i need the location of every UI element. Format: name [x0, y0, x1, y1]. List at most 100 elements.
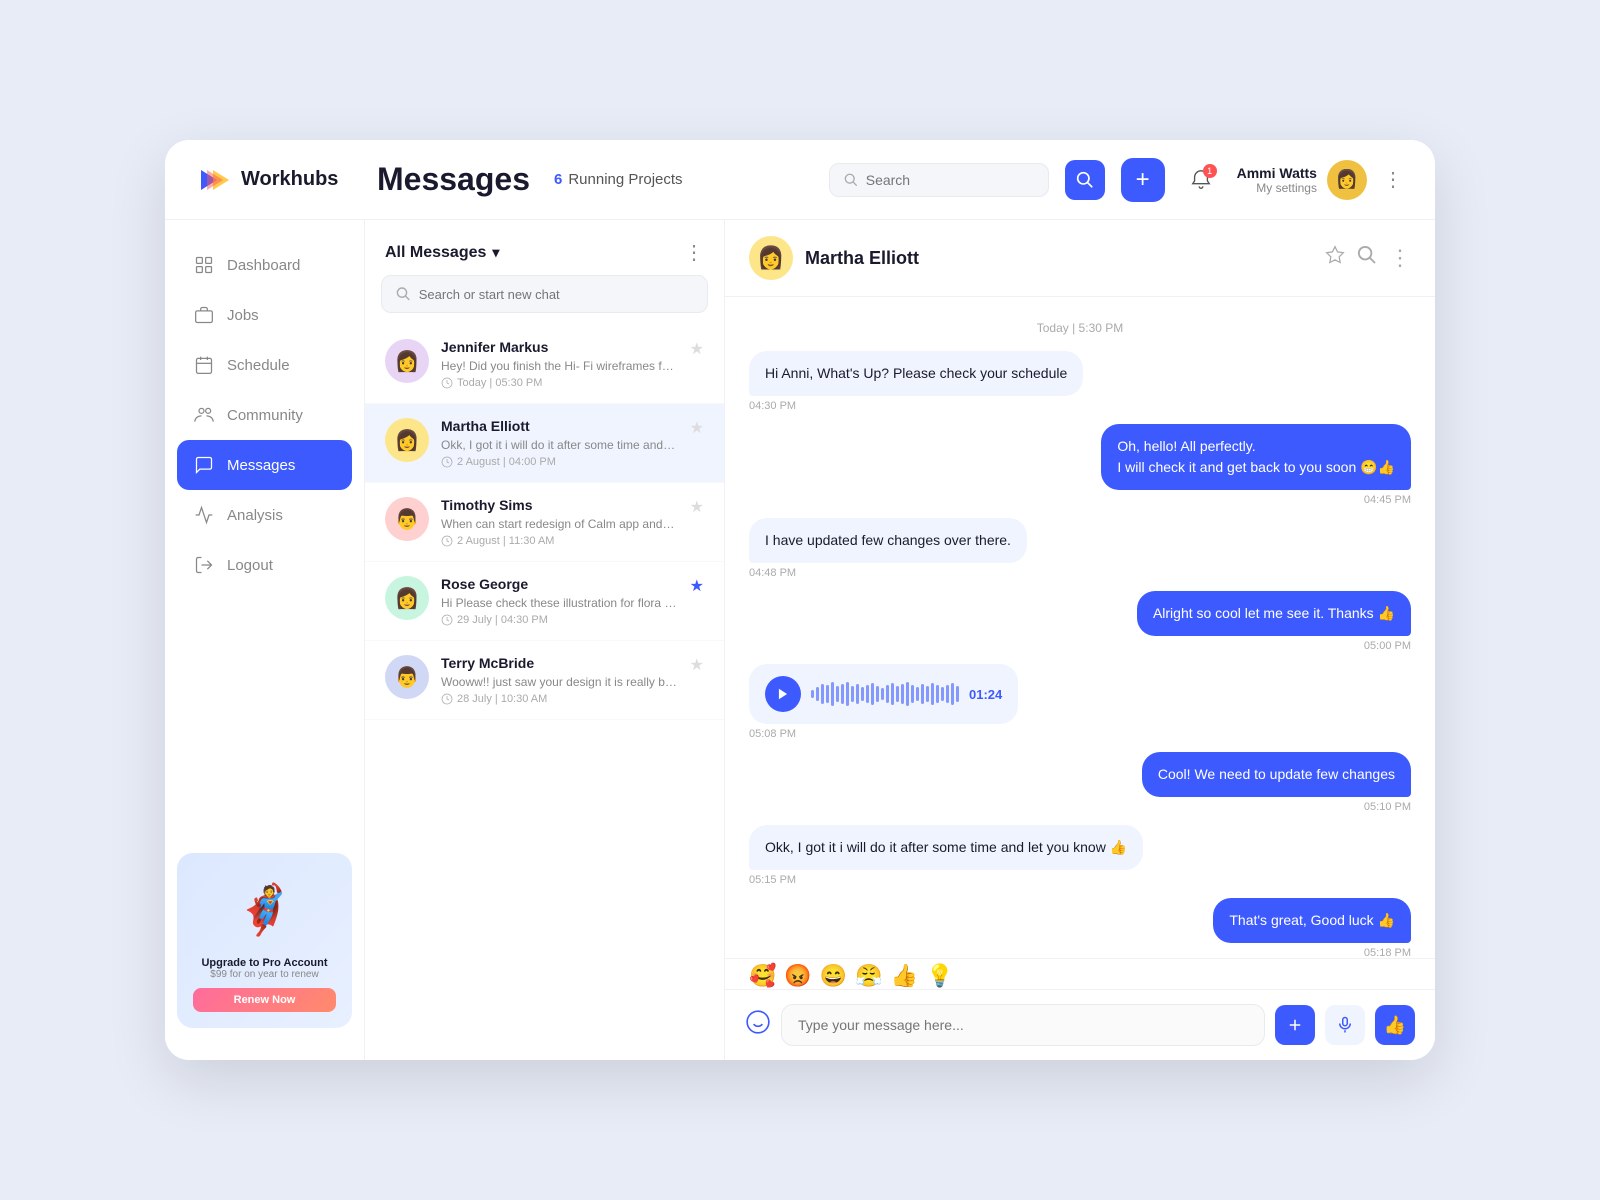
analysis-icon — [193, 504, 215, 526]
mic-icon — [1336, 1016, 1354, 1034]
top-search-input[interactable] — [866, 172, 1034, 188]
chat-star-icon[interactable]: ★ — [690, 418, 704, 438]
waveform-bar — [911, 685, 914, 703]
chat-search-icon — [396, 286, 411, 302]
message-time: 04:45 PM — [1364, 494, 1411, 506]
message-time: 05:08 PM — [749, 728, 796, 740]
add-button[interactable]: + — [1121, 158, 1165, 202]
chat-star-icon[interactable]: ★ — [690, 576, 704, 596]
chat-search-input[interactable] — [419, 287, 693, 302]
emoji-reaction-button[interactable]: 😄 — [820, 963, 847, 989]
waveform-bar — [876, 686, 879, 702]
promo-renew-button[interactable]: Renew Now — [193, 988, 336, 1012]
emoji-reaction-button[interactable]: 🥰 — [749, 963, 776, 989]
emoji-reaction-button[interactable]: 😤 — [855, 963, 882, 989]
clock-icon — [441, 377, 453, 389]
analysis-label: Analysis — [227, 507, 283, 524]
waveform-bar — [816, 687, 819, 701]
mic-button[interactable] — [1325, 1005, 1365, 1045]
schedule-icon — [193, 354, 215, 376]
promo-title: Upgrade to Pro Account — [193, 957, 336, 969]
chat-list-more-button[interactable]: ⋮ — [684, 240, 704, 265]
chat-list: 👩 Jennifer Markus Hey! Did you finish th… — [365, 325, 724, 1060]
input-area: 👍 — [725, 989, 1435, 1060]
chat-search-button[interactable] — [1357, 245, 1377, 271]
dashboard-icon — [193, 254, 215, 276]
sidebar: Dashboard Jobs — [165, 220, 365, 1060]
chat-item-info: Terry McBride Wooww!! just saw your desi… — [441, 655, 678, 705]
message-row: 01:24 05:08 PM — [749, 664, 1411, 740]
add-icon: + — [1136, 168, 1150, 192]
sidebar-item-schedule[interactable]: Schedule — [165, 340, 364, 390]
chat-star-icon[interactable]: ★ — [690, 339, 704, 359]
waveform-bar — [841, 684, 844, 704]
chat-list-item[interactable]: 👩 Rose George Hi Please check these illu… — [365, 562, 724, 641]
chat-star-icon[interactable]: ★ — [690, 497, 704, 517]
chat-item-info: Rose George Hi Please check these illust… — [441, 576, 678, 626]
search-button[interactable] — [1065, 160, 1105, 200]
clock-icon — [441, 614, 453, 626]
chat-star-button[interactable] — [1325, 245, 1345, 271]
attach-button[interactable] — [1275, 1005, 1315, 1045]
message-time: 05:00 PM — [1364, 640, 1411, 652]
message-bubble: Cool! We need to update few changes — [1142, 752, 1411, 797]
sidebar-item-jobs[interactable]: Jobs — [165, 290, 364, 340]
sidebar-item-community[interactable]: Community — [165, 390, 364, 440]
emoji-reaction-button[interactable]: 💡 — [926, 963, 953, 989]
waveform-bar — [891, 683, 894, 705]
chat-list-item[interactable]: 👩 Jennifer Markus Hey! Did you finish th… — [365, 325, 724, 404]
emoji-reaction-button[interactable]: 👍 — [891, 963, 918, 989]
message-input[interactable] — [781, 1004, 1265, 1046]
all-messages-button[interactable]: All Messages ▾ — [385, 244, 499, 262]
user-more-button[interactable]: ⋮ — [1383, 167, 1403, 192]
message-bubble: I have updated few changes over there. — [749, 518, 1027, 563]
waveform-bar — [856, 684, 859, 704]
chat-item-name: Terry McBride — [441, 655, 678, 671]
smiley-icon — [745, 1009, 771, 1035]
clock-icon — [441, 535, 453, 547]
promo-illustration: 🦸 — [225, 869, 305, 949]
message-row: Okk, I got it i will do it after some ti… — [749, 825, 1411, 886]
chat-item-time: Today | 05:30 PM — [441, 377, 678, 389]
message-row: I have updated few changes over there. 0… — [749, 518, 1411, 579]
message-bubble: Okk, I got it i will do it after some ti… — [749, 825, 1143, 870]
waveform-bar — [851, 686, 854, 702]
dashboard-label: Dashboard — [227, 257, 300, 274]
chat-list-item[interactable]: 👨 Terry McBride Wooww!! just saw your de… — [365, 641, 724, 720]
promo-card: 🦸 Upgrade to Pro Account $99 for on year… — [177, 853, 352, 1028]
waveform-bar — [921, 684, 924, 704]
audio-play-button[interactable] — [765, 676, 801, 712]
user-info: Ammi Watts My settings — [1237, 165, 1317, 195]
sidebar-item-analysis[interactable]: Analysis — [165, 490, 364, 540]
waveform-bar — [866, 685, 869, 703]
emoji-picker-button[interactable] — [745, 1009, 771, 1041]
user-avatar[interactable]: 👩 — [1327, 160, 1367, 200]
waveform-bar — [871, 683, 874, 705]
sidebar-item-messages[interactable]: Messages — [177, 440, 352, 490]
waveform-bar — [811, 690, 814, 698]
waveform-bar — [916, 687, 919, 701]
chat-list-item[interactable]: 👨 Timothy Sims When can start redesign o… — [365, 483, 724, 562]
waveform-bar — [926, 686, 929, 702]
notifications-button[interactable]: 1 — [1181, 160, 1221, 200]
waveform-bar — [836, 686, 839, 702]
send-button[interactable]: 👍 — [1375, 1005, 1415, 1045]
chat-star-icon[interactable]: ★ — [690, 655, 704, 675]
sidebar-item-logout[interactable]: Logout — [165, 540, 364, 590]
waveform-bar — [886, 685, 889, 703]
chat-item-name: Martha Elliott — [441, 418, 678, 434]
sidebar-item-dashboard[interactable]: Dashboard — [165, 240, 364, 290]
message-time: 05:15 PM — [749, 874, 796, 886]
chat-item-time: 2 August | 04:00 PM — [441, 456, 678, 468]
chat-more-button[interactable]: ⋮ — [1389, 245, 1411, 271]
chat-list-item[interactable]: 👩 Martha Elliott Okk, I got it i will do… — [365, 404, 724, 483]
message-time: 05:18 PM — [1364, 947, 1411, 958]
chat-item-preview: When can start redesign of Calm app and … — [441, 517, 678, 531]
waveform-bar — [901, 684, 904, 704]
emoji-reaction-button[interactable]: 😡 — [784, 963, 811, 989]
waveform-bar — [941, 687, 944, 701]
plus-icon — [1286, 1016, 1304, 1034]
community-icon — [193, 404, 215, 426]
chat-item-avatar: 👨 — [385, 655, 429, 699]
waveform-bar — [951, 683, 954, 705]
